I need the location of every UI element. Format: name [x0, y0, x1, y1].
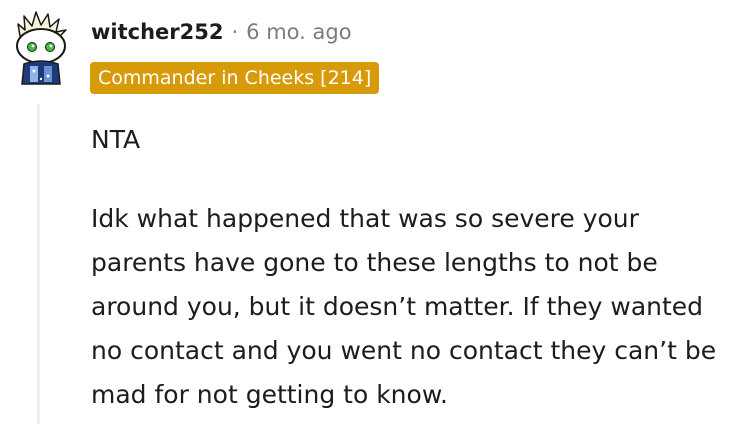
avatar[interactable] [8, 6, 74, 86]
meta-separator: · [231, 20, 239, 44]
author-username[interactable]: witcher252 [91, 20, 223, 44]
thread-collapse-line[interactable] [37, 104, 40, 424]
user-flair: Commander in Cheeks [214] [90, 62, 380, 94]
comment-paragraph: NTA [91, 125, 141, 154]
comment-body: NTA Idk what happened that was so severe… [91, 118, 727, 417]
comment-timestamp[interactable]: 6 mo. ago [246, 20, 351, 44]
comment-paragraph: Idk what happened that was so severe you… [91, 204, 717, 409]
comment-meta: witcher252 · 6 mo. ago [91, 20, 352, 44]
comment: witcher252 · 6 mo. ago Commander in Chee… [0, 0, 737, 424]
snoo-avatar-icon [16, 11, 67, 85]
